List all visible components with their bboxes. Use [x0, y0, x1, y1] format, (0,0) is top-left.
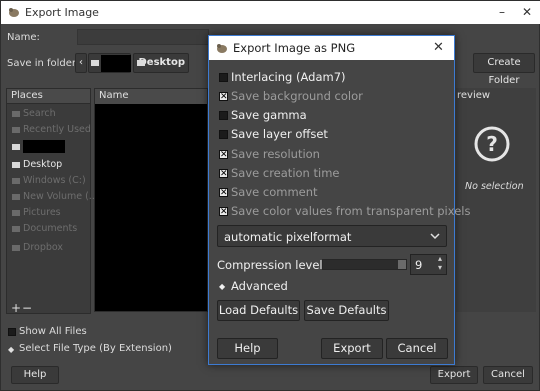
save-gamma-label: Save gamma: [231, 108, 307, 122]
no-selection-text: No selection: [465, 181, 524, 192]
compression-label: Compression level:: [217, 258, 327, 272]
folder-icon: [12, 244, 20, 251]
png-export-dialog: Export Image as PNG ✕ Interlacing (Adam7…: [208, 35, 470, 365]
places-header: Places: [7, 89, 90, 104]
show-all-files-label: Show All Files: [19, 326, 87, 337]
folder-icon: [12, 143, 20, 150]
load-defaults-button[interactable]: Load Defaults: [217, 300, 300, 321]
clock-icon: [12, 126, 20, 133]
dialog-title: Export Image as PNG: [233, 41, 356, 55]
save-creation-time-checkbox[interactable]: ✕: [219, 169, 228, 179]
place-documents[interactable]: Documents: [12, 223, 77, 234]
save-defaults-button[interactable]: Save Defaults: [304, 300, 389, 321]
save-comment-label: Save comment: [231, 185, 318, 199]
search-icon: [12, 110, 20, 117]
path-back-button[interactable]: ‹: [75, 53, 87, 73]
redacted-folder-name: [101, 55, 131, 72]
drive-icon: [12, 193, 20, 200]
place-user-home[interactable]: [12, 140, 65, 153]
expander-icon[interactable]: ◆: [8, 345, 14, 354]
pixelformat-select[interactable]: automatic pixelformat: [217, 225, 447, 247]
file-list[interactable]: Name: [94, 88, 208, 312]
place-desktop[interactable]: Desktop: [12, 159, 62, 170]
save-resolution-label: Save resolution: [231, 147, 320, 161]
gimp-app-icon: [9, 8, 19, 17]
save-resolution-checkbox[interactable]: ✕: [219, 150, 228, 160]
place-search[interactable]: Search: [12, 108, 56, 119]
main-cancel-button[interactable]: Cancel: [483, 366, 533, 384]
spin-up-icon[interactable]: ▴: [438, 254, 442, 263]
save-gamma-checkbox[interactable]: [219, 111, 228, 120]
folder-icon: [12, 161, 20, 168]
drive-icon: [12, 177, 20, 184]
save-layer-offset-label: Save layer offset: [231, 127, 328, 141]
close-icon[interactable]: ✕: [433, 40, 444, 55]
main-help-button[interactable]: Help: [11, 366, 59, 384]
chevron-down-icon: [430, 233, 440, 240]
compression-value: 9: [415, 258, 423, 272]
path-segment-user[interactable]: [88, 53, 131, 73]
main-export-button[interactable]: Export: [430, 366, 478, 384]
advanced-expander-icon[interactable]: ◆: [219, 282, 225, 291]
folder-icon: [12, 209, 20, 216]
save-background-color-label: Save background color: [231, 89, 363, 103]
close-icon[interactable]: ✕: [519, 4, 535, 20]
save-comment-checkbox[interactable]: ✕: [219, 188, 228, 198]
svg-text:?: ?: [486, 132, 498, 156]
folder-icon: [137, 60, 145, 66]
advanced-label[interactable]: Advanced: [231, 279, 288, 293]
remove-place-icon[interactable]: −: [22, 301, 32, 315]
minimize-icon[interactable]: –: [494, 4, 510, 20]
dialog-cancel-button[interactable]: Cancel: [386, 338, 448, 359]
name-label: Name:: [7, 32, 40, 43]
name-column-header[interactable]: Name: [95, 89, 207, 104]
spin-down-icon[interactable]: ▾: [438, 263, 442, 272]
save-background-color-checkbox[interactable]: ✕: [219, 92, 228, 102]
save-transparent-color-values-label: Save color values from transparent pixel…: [231, 204, 471, 218]
dialog-titlebar: Export Image as PNG ✕: [209, 36, 454, 60]
preview-header: review: [457, 90, 491, 101]
select-file-type-label[interactable]: Select File Type (By Extension): [19, 343, 172, 354]
compression-spinbox[interactable]: 9 ▴ ▾: [410, 254, 447, 275]
question-icon: ?: [474, 126, 510, 162]
place-dropbox[interactable]: Dropbox: [12, 242, 63, 253]
redacted-place-name: [23, 140, 65, 153]
preview-panel: review ? No selection: [456, 88, 536, 312]
folder-icon: [12, 225, 20, 232]
place-new-volume[interactable]: New Volume (...: [12, 191, 98, 202]
interlacing-checkbox[interactable]: [219, 73, 228, 82]
create-folder-button[interactable]: Create Folder: [473, 53, 535, 86]
save-transparent-color-values-checkbox[interactable]: ✕: [219, 207, 228, 217]
compression-slider-fill: [323, 260, 406, 269]
interlacing-label: Interlacing (Adam7): [231, 70, 346, 84]
save-layer-offset-checkbox[interactable]: [219, 130, 228, 139]
path-segment-desktop[interactable]: Desktop: [133, 53, 189, 73]
gimp-app-icon: [217, 44, 227, 53]
compression-slider-handle[interactable]: [398, 260, 406, 269]
name-input[interactable]: [77, 29, 209, 45]
window-title: Export Image: [25, 6, 99, 19]
place-windows-c[interactable]: Windows (C:): [12, 175, 86, 186]
show-all-files-checkbox[interactable]: [8, 328, 16, 336]
add-place-icon[interactable]: +: [11, 301, 21, 315]
folder-icon: [91, 60, 99, 66]
compression-slider[interactable]: [322, 259, 407, 270]
dialog-export-button[interactable]: Export: [321, 338, 383, 359]
place-pictures[interactable]: Pictures: [12, 207, 61, 218]
window-titlebar: Export Image – ✕: [1, 1, 540, 24]
save-in-label: Save in folder:: [7, 58, 80, 69]
places-panel: Places Search Recently Used Desktop Wind…: [6, 88, 98, 315]
pixelformat-value: automatic pixelformat: [224, 230, 352, 244]
save-creation-time-label: Save creation time: [231, 166, 340, 180]
place-recently-used[interactable]: Recently Used: [12, 124, 91, 135]
dialog-help-button[interactable]: Help: [217, 338, 278, 359]
